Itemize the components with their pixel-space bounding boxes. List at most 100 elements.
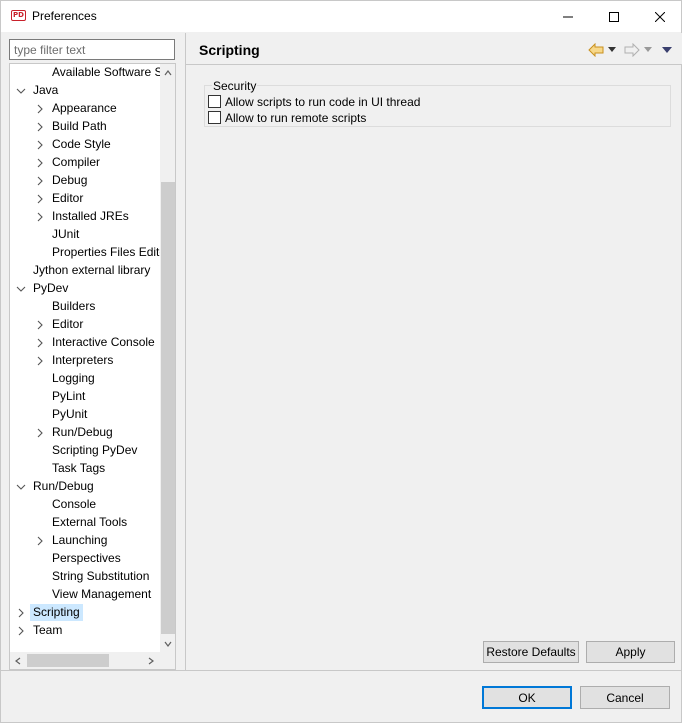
chevron-down-icon[interactable] [16,86,26,96]
scroll-left-icon[interactable] [13,656,23,666]
horizontal-scroll-thumb[interactable] [27,654,109,667]
tree-item-label: Editor [52,317,84,331]
tree-item-label: Editor [52,191,84,205]
checkbox-box[interactable] [208,95,221,108]
close-button[interactable] [637,1,682,32]
page-title: Scripting [199,42,260,58]
ok-button[interactable]: OK [482,686,572,709]
forward-dropdown-icon[interactable] [644,47,652,53]
tree-item-label: View Management [52,587,152,601]
tree-item-label: PyUnit [52,407,88,421]
tree-item[interactable]: PyUnit [10,406,160,424]
tree-item-label: Task Tags [52,461,106,475]
tree-item[interactable]: Scripting [10,604,160,622]
close-icon [655,11,665,22]
vertical-scrollbar[interactable] [160,64,175,652]
scroll-down-icon[interactable] [163,639,173,649]
tree-item[interactable]: Interpreters [10,352,160,370]
scroll-right-icon[interactable] [146,656,156,666]
back-dropdown-icon[interactable] [608,47,616,53]
maximize-button[interactable] [591,1,637,32]
restore-defaults-button[interactable]: Restore Defaults [483,641,579,663]
scrollbar-corner [160,652,175,669]
tree-item-label: Team [33,623,63,637]
tree-item[interactable]: String Substitution [10,568,160,586]
tree-item-label: Console [52,497,97,511]
chevron-right-icon[interactable] [35,176,45,186]
cancel-button[interactable]: Cancel [580,686,670,709]
tree-item[interactable]: Compiler [10,154,160,172]
checkbox-box[interactable] [208,111,221,124]
view-menu-icon[interactable] [662,46,672,54]
chevron-right-icon[interactable] [35,320,45,330]
tree-rows: Available Software S Java Appearance Build … [10,64,160,652]
tree-item[interactable]: Build Path [10,118,160,136]
filter-input[interactable] [9,39,175,60]
chevron-right-icon[interactable] [35,356,45,366]
tree-item[interactable]: Available Software S [10,64,160,82]
tree-item[interactable]: Editor [10,190,160,208]
tree-item[interactable]: Console [10,496,160,514]
tree-item[interactable]: Java [10,82,160,100]
tree-item[interactable]: JUnit [10,226,160,244]
tree-item-label: Appearance [52,101,117,115]
allow-remote-scripts-checkbox[interactable]: Allow to run remote scripts [208,110,366,125]
header-separator [186,64,682,65]
chevron-right-icon[interactable] [35,158,45,168]
tree-item[interactable]: Debug [10,172,160,190]
chevron-right-icon[interactable] [16,626,26,636]
chevron-right-icon[interactable] [35,428,45,438]
chevron-right-icon[interactable] [35,212,45,222]
tree-item[interactable]: Builders [10,298,160,316]
tree-item-label: Jython external library [33,263,151,277]
tree-item-label: Properties Files Edito [52,245,160,259]
tree-item-label: External Tools [52,515,128,529]
tree-item[interactable]: Logging [10,370,160,388]
tree-item-label: Build Path [52,119,107,133]
chevron-right-icon[interactable] [35,104,45,114]
chevron-down-icon[interactable] [16,284,26,294]
vertical-scroll-thumb[interactable] [161,182,175,634]
tree-item-label: Interactive Console [52,335,155,349]
chevron-down-icon[interactable] [16,482,26,492]
horizontal-scrollbar[interactable] [10,652,160,669]
back-arrow-icon[interactable] [588,43,604,57]
allow-ui-thread-checkbox[interactable]: Allow scripts to run code in UI thread [208,94,420,109]
tree-item-label: Java [33,83,59,97]
tree-item[interactable]: Jython external library [10,262,160,280]
minimize-button[interactable] [545,1,591,32]
tree-item[interactable]: PyLint [10,388,160,406]
tree-item[interactable]: Team [10,622,160,640]
chevron-right-icon[interactable] [35,122,45,132]
tree-item[interactable]: Scripting PyDev [10,442,160,460]
allow-remote-scripts-label: Allow to run remote scripts [225,110,367,125]
tree-item[interactable]: Perspectives [10,550,160,568]
tree-item[interactable]: Run/Debug [10,424,160,442]
tree-item[interactable]: Appearance [10,100,160,118]
tree-item[interactable]: Installed JREs [10,208,160,226]
tree-item[interactable]: View Management [10,586,160,604]
forward-arrow-icon[interactable] [624,43,640,57]
tree-item[interactable]: Interactive Console [10,334,160,352]
apply-button[interactable]: Apply [586,641,675,663]
tree-item[interactable]: Code Style [10,136,160,154]
security-group-title: Security [212,79,258,93]
tree-item[interactable]: Launching [10,532,160,550]
chevron-right-icon[interactable] [35,140,45,150]
allow-ui-thread-label: Allow scripts to run code in UI thread [225,94,421,109]
tree-item-label: Debug [52,173,88,187]
tree-item[interactable]: Task Tags [10,460,160,478]
chevron-right-icon[interactable] [16,608,26,618]
chevron-right-icon[interactable] [35,194,45,204]
maximize-icon [609,11,619,22]
tree-item[interactable]: PyDev [10,280,160,298]
chevron-right-icon[interactable] [35,338,45,348]
tree-item[interactable]: Editor [10,316,160,334]
preferences-window: PD Preferences Available Software SJavaA… [0,0,682,723]
scroll-up-icon[interactable] [163,68,173,78]
tree-item[interactable]: External Tools [10,514,160,532]
tree-item[interactable]: Run/Debug [10,478,160,496]
preferences-tree[interactable]: Available Software S Java Appearance Build … [9,63,176,670]
chevron-right-icon[interactable] [35,536,45,546]
tree-item[interactable]: Properties Files Edito [10,244,160,262]
